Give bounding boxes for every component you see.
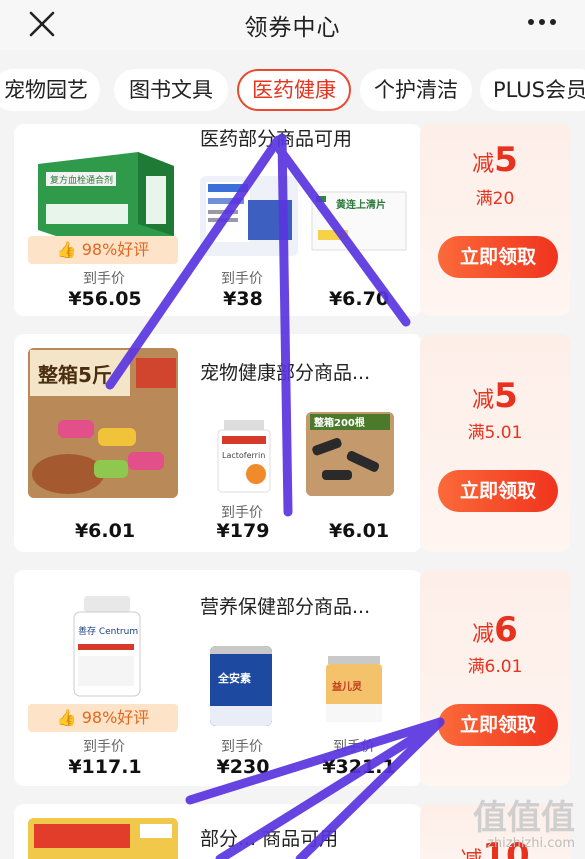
- claim-coupon-button[interactable]: 立即领取: [438, 470, 558, 512]
- product-image[interactable]: 善存 Centrum: [70, 594, 144, 698]
- category-tabs: 宠物园艺 图书文具 医药健康 个护清洁 PLUS会员: [0, 60, 585, 120]
- product-price: ¥6.01: [328, 520, 390, 542]
- price-label: 到手价: [221, 505, 263, 521]
- tab-personal-care[interactable]: 个护清洁: [360, 69, 472, 111]
- product-price: ¥179: [216, 520, 270, 542]
- coupon-card-medicine: 医药部分商品可用 复方血栓通合剂 👍 98%好评 到手价 ¥56.05 到手价 …: [14, 124, 422, 316]
- claim-coupon-button[interactable]: 立即领取: [438, 704, 558, 746]
- coupon-title: 部分... 商品可用: [200, 828, 339, 850]
- discount-condition: 满5.01: [467, 423, 523, 443]
- price-label: 到手价: [83, 739, 125, 755]
- product-image[interactable]: 整箱200根: [306, 412, 394, 496]
- product-price: ¥6.01: [74, 520, 136, 542]
- product-price: ¥117.1: [68, 756, 142, 778]
- coupon-card-nutrition: 营养保健部分商品... 善存 Centrum 👍 98%好评 到手价 ¥117.…: [14, 570, 422, 786]
- product-price: ¥230: [216, 756, 270, 778]
- coupon-title: 宠物健康部分商品...: [200, 362, 371, 384]
- product-box-text: 整箱200根: [313, 416, 365, 429]
- product-box-text: Lactoferrin: [222, 451, 265, 460]
- more-dots-icon[interactable]: [527, 14, 557, 30]
- product-box-text: 益儿灵: [332, 680, 363, 693]
- discount-amount: 减6: [472, 610, 518, 650]
- tab-plus-member[interactable]: PLUS会员: [480, 69, 585, 111]
- price-label: 到手价: [83, 271, 125, 287]
- product-image[interactable]: 全安素: [210, 646, 272, 726]
- product-image[interactable]: 整箱5斤: [28, 348, 178, 498]
- claim-coupon-button[interactable]: 立即领取: [438, 236, 558, 278]
- tab-medicine-health[interactable]: 医药健康: [237, 69, 351, 111]
- rating-badge: 👍 98%好评: [28, 236, 178, 264]
- discount-amount: 减5: [472, 376, 518, 416]
- product-box-text: 复方血栓通合剂: [50, 174, 113, 186]
- price-label: 到手价: [333, 739, 375, 755]
- product-price: ¥6.70: [328, 288, 390, 310]
- price-label: 到手价: [221, 739, 263, 755]
- thumbs-up-icon: 👍: [56, 708, 77, 727]
- coupon-value-panel: 减5 满5.01 立即领取: [420, 334, 570, 552]
- watermark-logo: 值值值: [473, 798, 575, 838]
- product-price: ¥321.1: [322, 756, 396, 778]
- discount-condition: 满6.01: [467, 657, 523, 677]
- product-image[interactable]: 益儿灵: [324, 654, 384, 724]
- product-box-text: 黄连上清片: [336, 198, 386, 211]
- watermark: 值值值 zhizhizhi.com: [473, 800, 575, 851]
- rating-badge: 👍 98%好评: [28, 704, 178, 732]
- thumbs-up-icon: 👍: [56, 240, 77, 259]
- product-image[interactable]: [28, 818, 178, 859]
- product-box-text: 善存 Centrum: [78, 625, 138, 637]
- rating-text: 98%好评: [81, 708, 150, 727]
- coupon-card-partial: 部分... 商品可用: [14, 804, 422, 859]
- product-image[interactable]: [200, 176, 298, 256]
- top-bar: 领券中心: [0, 0, 585, 50]
- coupon-card-pet-health: 宠物健康部分商品... 整箱5斤 ¥6.01 Lactoferrin 到手价 ¥…: [14, 334, 422, 552]
- rating-text: 98%好评: [81, 240, 150, 259]
- product-box-text: 全安素: [217, 671, 251, 685]
- coupon-value-panel: 减5 满20 立即领取: [420, 124, 570, 316]
- product-price: ¥56.05: [68, 288, 142, 310]
- product-image[interactable]: Lactoferrin: [214, 416, 274, 496]
- coupon-value-panel: 减6 满6.01 立即领取: [420, 570, 570, 786]
- page-title: 领券中心: [244, 15, 341, 41]
- coupon-title: 营养保健部分商品...: [200, 596, 371, 618]
- price-label: 到手价: [221, 271, 263, 287]
- tab-books-stationery[interactable]: 图书文具: [114, 69, 228, 111]
- discount-condition: 满20: [475, 189, 515, 209]
- product-box-text: 整箱5斤: [37, 363, 112, 387]
- discount-amount: 减5: [472, 140, 518, 180]
- product-image[interactable]: 复方血栓通合剂: [38, 144, 174, 242]
- product-image[interactable]: 黄连上清片: [310, 190, 408, 252]
- product-price: ¥38: [223, 288, 263, 310]
- watermark-url: zhizhizhi.com: [487, 836, 575, 851]
- tab-pet-garden[interactable]: 宠物园艺: [0, 69, 100, 111]
- coupon-title: 医药部分商品可用: [200, 128, 353, 150]
